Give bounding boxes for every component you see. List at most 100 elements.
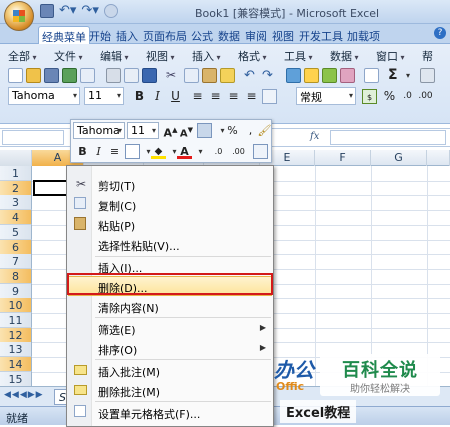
fill-color-icon[interactable]: ◆	[151, 144, 166, 159]
menu-item-clear-contents[interactable]: 清除内容(N)	[68, 296, 272, 316]
drawing-icon[interactable]	[340, 68, 355, 83]
print-icon[interactable]	[106, 68, 121, 83]
menu-item-format-cells[interactable]: 设置单元格格式(F)...	[68, 402, 272, 422]
mini-font-combo[interactable]: Tahoma ▾	[73, 122, 125, 139]
permission-icon[interactable]	[62, 68, 77, 83]
align-right-icon[interactable]: ≡	[226, 89, 241, 104]
number-format-combo[interactable]: 常规 ▾	[296, 87, 356, 105]
bold-icon[interactable]: B	[75, 144, 90, 159]
decrease-decimal-icon[interactable]: .00	[418, 89, 433, 104]
percent-icon[interactable]: %	[225, 123, 240, 138]
row-header[interactable]: 14	[0, 357, 32, 373]
increase-decimal-icon[interactable]: .0	[400, 89, 415, 104]
grow-font-icon[interactable]: A▲	[163, 123, 178, 140]
merge-center-icon[interactable]	[262, 89, 277, 104]
align-center-icon[interactable]: ≡	[208, 89, 223, 104]
redo-icon[interactable]: ↷	[262, 68, 277, 83]
row-header[interactable]: 6	[0, 239, 32, 255]
row-header[interactable]: 2	[0, 180, 32, 196]
row-header[interactable]: 4	[0, 210, 32, 226]
chart-icon[interactable]	[322, 68, 337, 83]
merge-center-icon[interactable]	[253, 144, 268, 159]
menu-item-cut[interactable]: ✂ 剪切(T)	[68, 174, 272, 194]
office-button[interactable]	[4, 1, 34, 31]
custom-qat-icon[interactable]	[103, 4, 118, 18]
menu-file[interactable]: 文件 ▾	[54, 48, 83, 64]
menu-edit[interactable]: 编辑 ▾	[100, 48, 129, 64]
menu-help[interactable]: 帮	[422, 48, 433, 64]
highlight-icon[interactable]	[304, 68, 319, 83]
tab-insert[interactable]: 插入	[113, 26, 141, 44]
tab-developer[interactable]: 开发工具	[296, 26, 346, 44]
align-left-icon[interactable]: ≡	[190, 89, 205, 104]
shrink-font-icon[interactable]: A▼	[179, 123, 194, 139]
row-header[interactable]: 5	[0, 224, 32, 240]
row-header[interactable]: 13	[0, 342, 32, 358]
italic-icon[interactable]: I	[150, 89, 165, 104]
font-size-combo[interactable]: 11 ▾	[84, 87, 124, 105]
row-header[interactable]: 1	[0, 166, 32, 181]
new-document-icon[interactable]	[8, 68, 23, 83]
open-folder-icon[interactable]	[26, 68, 41, 83]
column-header[interactable]: F	[315, 150, 371, 166]
row-header[interactable]: 8	[0, 268, 32, 284]
font-color-icon[interactable]: A	[177, 144, 192, 159]
font-name-combo[interactable]: Tahoma ▾	[8, 87, 80, 105]
row-header[interactable]: 9	[0, 283, 32, 299]
function-icon[interactable]: fx	[310, 131, 319, 142]
menu-window[interactable]: 窗口 ▾	[376, 48, 405, 64]
menu-tools[interactable]: 工具 ▾	[284, 48, 313, 64]
align-center-icon[interactable]: ≡	[107, 144, 122, 159]
bold-icon[interactable]: B	[132, 89, 147, 104]
menu-all[interactable]: 全部 ▾	[8, 48, 37, 64]
sort-icon[interactable]	[420, 68, 435, 83]
paste-icon[interactable]	[202, 68, 217, 83]
tab-formulas[interactable]: 公式	[188, 26, 216, 44]
print-preview-icon[interactable]	[124, 68, 139, 83]
sheet-nav-icon[interactable]: ◀◀◀▶▶	[4, 390, 44, 400]
mini-size-combo[interactable]: 11 ▾	[127, 122, 159, 139]
tab-view[interactable]: 视图	[269, 26, 297, 44]
redo-icon[interactable]: ↷▾	[81, 4, 98, 18]
undo-icon[interactable]: ↶▾	[59, 4, 76, 18]
save-icon[interactable]	[44, 68, 59, 83]
cut-icon[interactable]: ✂	[166, 68, 181, 83]
borders-icon[interactable]	[125, 144, 140, 159]
column-header[interactable]: G	[371, 150, 427, 166]
menu-item-delete-comment[interactable]: 删除批注(M)	[68, 380, 272, 400]
menu-format[interactable]: 格式 ▾	[238, 48, 267, 64]
name-box[interactable]	[2, 130, 64, 145]
chevron-down-icon[interactable]: ▾	[193, 144, 208, 159]
menu-item-filter[interactable]: 筛选(E) ▶	[68, 318, 272, 338]
currency-icon[interactable]: $	[362, 89, 377, 104]
row-header[interactable]: 12	[0, 327, 32, 343]
undo-icon[interactable]: ↶	[244, 68, 259, 83]
row-header[interactable]: 7	[0, 254, 32, 270]
format-painter-icon[interactable]	[220, 68, 235, 83]
italic-icon[interactable]: I	[91, 144, 106, 159]
decrease-decimal-icon[interactable]: .00	[231, 144, 246, 159]
tab-review[interactable]: 审阅	[242, 26, 270, 44]
menu-item-insert-comment[interactable]: 插入批注(M)	[68, 360, 272, 380]
underline-icon[interactable]: U	[168, 89, 183, 104]
increase-decimal-icon[interactable]: .0	[211, 144, 226, 159]
hyperlink-icon[interactable]	[286, 68, 301, 83]
menu-item-paste-special[interactable]: 选择性粘贴(V)...	[68, 234, 272, 254]
copy-icon[interactable]	[184, 68, 199, 83]
insert-table-icon[interactable]	[364, 68, 379, 83]
row-header[interactable]: 11	[0, 313, 32, 328]
menu-data[interactable]: 数据 ▾	[330, 48, 359, 64]
row-header[interactable]: 10	[0, 298, 32, 314]
save-icon[interactable]	[40, 4, 54, 18]
autosum-icon[interactable]: Σ	[388, 68, 403, 83]
formula-input[interactable]	[330, 130, 446, 145]
tab-addins[interactable]: 加载项	[344, 26, 383, 44]
email-icon[interactable]	[80, 68, 95, 83]
tab-page-layout[interactable]: 页面布局	[140, 26, 190, 44]
spelling-icon[interactable]	[142, 68, 157, 83]
menu-view[interactable]: 视图 ▾	[146, 48, 175, 64]
tab-data[interactable]: 数据	[215, 26, 243, 44]
menu-item-paste[interactable]: 粘贴(P)	[68, 214, 272, 234]
number-format-icon[interactable]	[197, 123, 212, 138]
help-icon[interactable]: ?	[434, 27, 446, 39]
